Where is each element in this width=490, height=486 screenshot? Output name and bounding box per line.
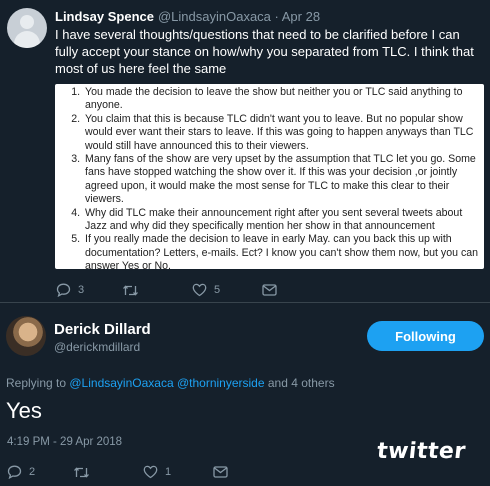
default-avatar-icon <box>20 15 34 29</box>
author-handle[interactable]: @LindsayinOaxaca · Apr 28 <box>158 9 320 24</box>
replying-to: Replying to @LindsayinOaxaca @thorninyer… <box>6 376 335 390</box>
author-name[interactable]: Lindsay Spence <box>55 9 154 24</box>
retweet-button[interactable] <box>73 466 90 479</box>
envelope-icon <box>213 466 228 478</box>
mention-link[interactable]: @thorninyerside <box>177 376 265 390</box>
reply-icon <box>56 283 71 297</box>
direct-message-button[interactable] <box>213 466 228 478</box>
avatar[interactable] <box>7 8 47 48</box>
like-count: 5 <box>214 284 221 296</box>
tweet-header: Lindsay Spence @LindsayinOaxaca · Apr 28 <box>55 9 320 24</box>
retweet-icon <box>123 285 138 296</box>
timestamp[interactable]: 4:19 PM - 29 Apr 2018 <box>7 436 122 448</box>
list-item: You made the decision to leave the show … <box>83 86 479 113</box>
retweet-button[interactable] <box>122 284 139 297</box>
envelope-icon <box>262 284 277 296</box>
list-item: If you really made the decision to leave… <box>83 233 479 273</box>
tweet-text: I have several thoughts/questions that n… <box>55 27 474 76</box>
avatar[interactable] <box>6 316 46 356</box>
list-item: Many fans of the show are very upset by … <box>83 153 479 207</box>
reply-count: 3 <box>78 284 85 296</box>
heart-icon <box>143 465 158 479</box>
reply-prefix: Replying to <box>6 376 70 390</box>
heart-icon <box>192 283 207 297</box>
list-item: Why did TLC make their announcement righ… <box>83 207 479 234</box>
author-name[interactable]: Derick Dillard <box>54 321 151 338</box>
following-button[interactable]: Following <box>367 321 484 351</box>
like-button[interactable]: 5 <box>192 283 220 297</box>
list-item: You claim that this is because TLC didn'… <box>83 113 479 153</box>
reply-suffix[interactable]: and 4 others <box>265 376 335 390</box>
reply-button[interactable]: 2 <box>7 465 35 479</box>
reply-count: 2 <box>29 466 36 478</box>
reply-button[interactable]: 3 <box>56 283 84 297</box>
reply-icon <box>7 465 22 479</box>
mention-link[interactable]: @LindsayinOaxaca <box>69 376 173 390</box>
like-count: 1 <box>165 466 172 478</box>
questions-list: You made the decision to leave the show … <box>57 86 479 274</box>
divider <box>0 302 490 303</box>
attached-image[interactable]: You made the decision to leave the show … <box>55 84 484 272</box>
like-button[interactable]: 1 <box>143 465 171 479</box>
author-handle[interactable]: @derickmdillard <box>54 340 140 354</box>
direct-message-button[interactable] <box>262 284 277 296</box>
tweet-text: Yes <box>6 398 42 423</box>
retweet-icon <box>74 467 89 478</box>
twitter-watermark: twitter <box>375 439 468 464</box>
